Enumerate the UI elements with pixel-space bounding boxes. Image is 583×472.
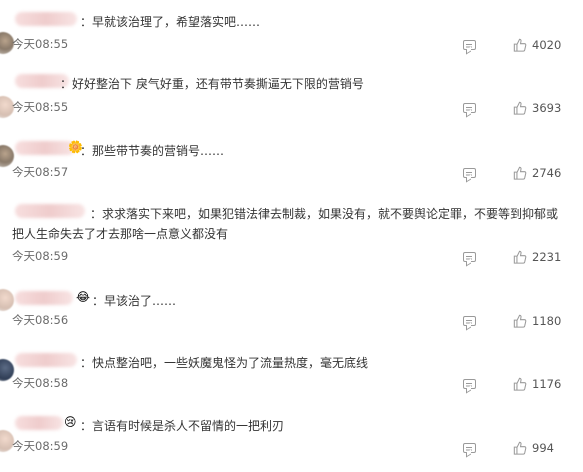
username[interactable] [15, 416, 63, 430]
timestamp: 今天08:59 [12, 249, 69, 263]
comment-item: 🌼 ：那些带节奏的营销号…… 今天08:57 2746 [0, 137, 583, 197]
username[interactable] [15, 141, 75, 155]
comment-icon[interactable] [463, 103, 476, 113]
comment-icon[interactable] [463, 379, 476, 389]
like-count: 1180 [532, 314, 562, 328]
comment-text: ：好好整治下 戾气好重，还有带节奏撕逼无下限的营销号 [60, 77, 364, 91]
timestamp: 今天08:55 [12, 100, 69, 114]
thumbs-up-icon[interactable] [513, 101, 527, 115]
thumbs-up-icon[interactable] [513, 441, 527, 455]
comment-item: 😂 ：早该治了…… 今天08:56 1180 [0, 287, 583, 347]
username[interactable] [15, 204, 85, 218]
timestamp: 今天08:55 [12, 37, 69, 51]
comment-icon[interactable] [463, 443, 476, 453]
comment-item: ：快点整治吧，一些妖魔鬼怪为了流量热度，毫无底线 今天08:58 1176 [0, 349, 583, 409]
thumbs-up-icon[interactable] [513, 314, 527, 328]
comment-text: ：快点整治吧，一些妖魔鬼怪为了流量热度，毫无底线 [80, 356, 369, 370]
user-badge-icon: 😢 [64, 415, 77, 429]
thumbs-up-icon[interactable] [513, 38, 527, 52]
comment-text: ：早该治了…… [92, 294, 177, 308]
avatar[interactable] [0, 289, 14, 311]
comment-icon[interactable] [463, 316, 476, 326]
timestamp: 今天08:57 [12, 165, 69, 179]
thumbs-up-icon[interactable] [513, 166, 527, 180]
comment-icon[interactable] [463, 168, 476, 178]
timestamp: 今天08:59 [12, 439, 69, 453]
like-count: 4020 [532, 38, 562, 52]
comment-text: ：求求落实下来吧，如果犯错法律去制裁，如果没有，就不要舆论定罪，不要等到抑郁或 [90, 207, 559, 221]
comment-text: ：言语有时候是杀人不留情的一把利刃 [80, 419, 285, 433]
comment-text: ：早就该治理了，希望落实吧…… [80, 15, 261, 29]
thumbs-up-icon[interactable] [513, 377, 527, 391]
user-badge-icon: 😂 [76, 290, 91, 304]
comment-item: ：求求落实下来吧，如果犯错法律去制裁，如果没有，就不要舆论定罪，不要等到抑郁或 … [0, 200, 583, 270]
comment-text: ：那些带节奏的营销号…… [80, 144, 225, 158]
username[interactable] [15, 353, 77, 367]
comment-item: ：好好整治下 戾气好重，还有带节奏撕逼无下限的营销号 今天08:55 3693 [0, 70, 583, 130]
comment-icon[interactable] [463, 40, 476, 50]
like-count: 1176 [532, 377, 562, 391]
like-count: 3693 [532, 101, 562, 115]
comment-text-continued: 把人生命失去了才去那啥一点意义都没有 [12, 227, 229, 241]
timestamp: 今天08:56 [12, 313, 69, 327]
comment-icon[interactable] [463, 252, 476, 262]
timestamp: 今天08:58 [12, 376, 69, 390]
thumbs-up-icon[interactable] [513, 250, 527, 264]
comment-item: ：早就该治理了，希望落实吧…… 今天08:55 4020 [0, 8, 583, 68]
like-count: 2746 [532, 166, 562, 180]
like-count: 994 [532, 441, 554, 455]
comment-item: 😢 ：言语有时候是杀人不留情的一把利刃 今天08:59 994 [0, 412, 583, 472]
username[interactable] [15, 12, 77, 26]
like-count: 2231 [532, 250, 562, 264]
username[interactable] [15, 291, 73, 305]
